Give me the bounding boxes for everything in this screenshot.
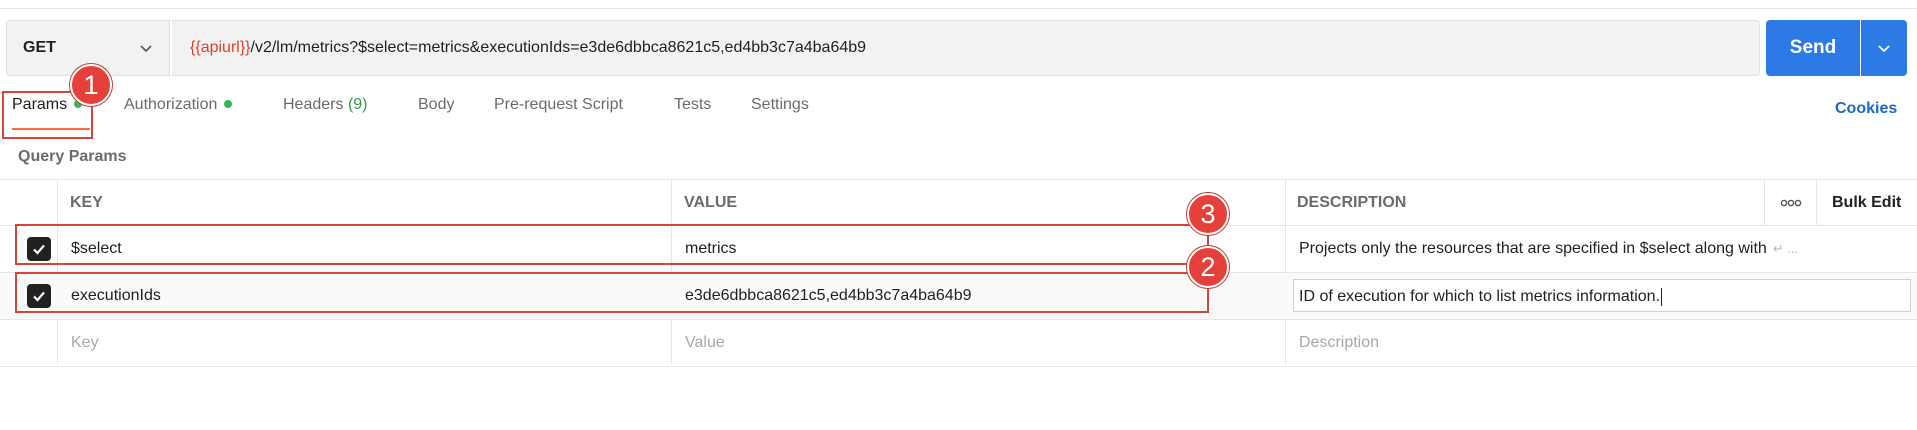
tab-label: Body [418, 96, 455, 113]
bulk-edit-button[interactable]: Bulk Edit [1832, 180, 1901, 226]
tab-pre-request-script[interactable]: Pre-request Script [494, 96, 623, 114]
text-caret [1661, 288, 1663, 306]
query-params-title: Query Params [18, 148, 127, 165]
param-description[interactable]: ID of execution for which to list metric… [1299, 274, 1663, 320]
tab-label: Headers [283, 96, 344, 113]
annotation-box-select-row [15, 224, 1209, 265]
annotation-badge: 2 [1187, 246, 1229, 288]
send-dropdown-button[interactable] [1861, 20, 1907, 76]
chevron-down-icon [140, 45, 152, 53]
status-dot [224, 99, 233, 108]
annotation-badge: 1 [70, 64, 112, 106]
key-placeholder[interactable]: Key [71, 320, 99, 366]
tab-body[interactable]: Body [418, 96, 454, 114]
table-header-row: KEY VALUE DESCRIPTION Bulk Edit [0, 179, 1917, 226]
tab-headers[interactable]: Headers (9) [283, 96, 368, 114]
tab-label: Pre-request Script [494, 96, 623, 113]
url-input[interactable]: {{apiurl}}/v2/lm/metrics?$select=metrics… [172, 20, 1760, 76]
url-variable: {{apiurl}} [190, 39, 251, 56]
param-description[interactable]: Projects only the resources that are spe… [1299, 226, 1911, 272]
top-divider [0, 8, 1917, 9]
tab-settings[interactable]: Settings [751, 96, 809, 114]
tab-tests[interactable]: Tests [674, 96, 711, 114]
param-description-text: ID of execution for which to list metric… [1299, 288, 1661, 305]
chevron-down-icon [1878, 45, 1890, 53]
param-description-text: Projects only the resources that are spe… [1299, 240, 1767, 257]
header-description: DESCRIPTION [1297, 194, 1407, 211]
cookies-link[interactable]: Cookies [1835, 100, 1897, 118]
overflow-indicator: ↵ ... [1772, 241, 1799, 256]
tab-label: Tests [674, 96, 712, 113]
value-placeholder[interactable]: Value [685, 320, 725, 366]
send-button[interactable]: Send [1766, 20, 1860, 76]
request-bar: GET {{apiurl}}/v2/lm/metrics?$select=met… [6, 20, 1760, 76]
header-key: KEY [70, 194, 103, 211]
annotation-badge: 3 [1187, 193, 1229, 235]
annotation-box-execution-row [15, 272, 1209, 313]
tab-label: Settings [751, 96, 809, 113]
url-path: /v2/lm/metrics?$select=metrics&execution… [250, 39, 867, 56]
tab-authorization[interactable]: Authorization [124, 96, 233, 114]
table-row-placeholder: Key Value Description [0, 320, 1917, 367]
send-button-group: Send [1766, 20, 1907, 76]
header-value: VALUE [684, 194, 738, 211]
more-horizontal-icon [1780, 199, 1802, 207]
method-label: GET [23, 39, 56, 56]
tab-label: Authorization [124, 96, 218, 113]
tab-count: (9) [347, 96, 368, 113]
more-options-button[interactable] [1778, 180, 1804, 226]
description-placeholder[interactable]: Description [1299, 320, 1379, 366]
